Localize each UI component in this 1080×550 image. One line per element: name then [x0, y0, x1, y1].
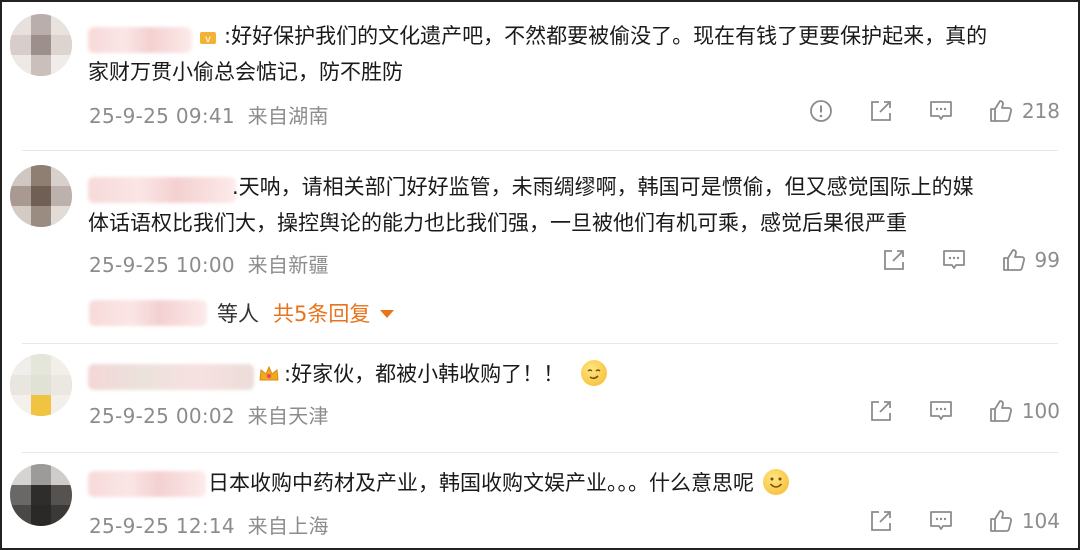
share-button[interactable] — [868, 98, 894, 124]
comment-location: 来自湖南 — [247, 104, 329, 128]
divider — [22, 343, 1058, 344]
username-blurred[interactable] — [88, 364, 254, 390]
share-button[interactable] — [868, 398, 894, 424]
comment-button[interactable] — [928, 98, 954, 124]
reply-usernames-blurred[interactable] — [89, 300, 207, 326]
like-count: 218 — [1021, 99, 1060, 123]
comment-text-line2: 家财万贯小偷总会惦记，防不胜防 — [88, 60, 403, 84]
comment-actions: 100 — [834, 398, 1060, 424]
caret-down-icon — [380, 310, 395, 318]
thumbs-up-icon — [989, 100, 1012, 122]
comment-location: 来自上海 — [247, 514, 329, 538]
comment-list: v :好好保护我们的文化遗产吧，不然都要被偷没了。现在有钱了更要保护起来，真的 … — [0, 0, 1080, 550]
like-button[interactable]: 100 — [988, 398, 1060, 424]
comment-text-content: 日本收购中药材及产业，韩国收购文娱产业。。。什么意思呢 — [208, 471, 754, 495]
comment-button[interactable] — [928, 508, 954, 534]
share-icon — [870, 101, 891, 121]
replies-suffix: 等人 — [217, 302, 259, 326]
svg-text:v: v — [205, 34, 211, 45]
thumbs-up-icon — [1002, 249, 1025, 271]
view-replies-button[interactable]: 共5条回复 — [273, 298, 395, 328]
share-icon — [870, 401, 891, 421]
comment-icon — [942, 250, 965, 269]
replies-count: 共5条回复 — [273, 302, 371, 326]
comment-text: .天呐，请相关部门好好监管，未雨绸缪啊，韩国可是惯偷，但又感觉国际上的媒 — [232, 175, 974, 199]
like-count: 100 — [1021, 399, 1060, 423]
username-blurred[interactable] — [88, 27, 192, 53]
share-button[interactable] — [868, 508, 894, 534]
like-button[interactable]: 218 — [988, 98, 1060, 124]
avatar[interactable] — [10, 14, 72, 76]
comment-time: 25-9-25 00:02 — [89, 404, 235, 428]
username-blurred[interactable] — [88, 177, 236, 203]
comment-actions: 218 — [774, 98, 1060, 124]
comment-meta: 25-9-25 12:14 来自上海 — [89, 510, 329, 539]
comment-button[interactable] — [928, 398, 954, 424]
comment-meta: 25-9-25 00:02 来自天津 — [89, 400, 329, 429]
avatar[interactable] — [10, 354, 72, 416]
replies-summary: 等人 共5条回复 — [89, 298, 395, 328]
comment-meta: 25-9-25 09:41 来自湖南 — [89, 100, 329, 129]
avatar[interactable] — [10, 165, 72, 227]
divider — [22, 150, 1058, 151]
comment-meta: 25-9-25 10:00 来自新疆 — [89, 249, 329, 278]
comment-button[interactable] — [941, 247, 967, 273]
comment-icon — [929, 401, 952, 420]
share-button[interactable] — [881, 247, 907, 273]
like-count: 99 — [1034, 248, 1060, 272]
thumbs-up-icon — [989, 510, 1012, 532]
like-button[interactable]: 99 — [1001, 247, 1060, 273]
comment-time: 25-9-25 12:14 — [89, 514, 235, 538]
divider — [22, 452, 1058, 453]
like-count: 104 — [1021, 509, 1060, 533]
share-icon — [870, 511, 891, 531]
comment-text-content: :好家伙，都被小韩收购了！！ — [284, 362, 565, 386]
comment-time: 25-9-25 10:00 — [89, 253, 235, 277]
avatar[interactable] — [10, 464, 72, 526]
crown-badge-icon — [258, 364, 280, 384]
smile-emoji-icon — [762, 469, 789, 495]
comment-actions: 104 — [834, 508, 1060, 534]
comment-location: 来自新疆 — [247, 253, 329, 277]
comment-time: 25-9-25 09:41 — [89, 104, 235, 128]
comment-text: :好家伙，都被小韩收购了！！ — [284, 356, 607, 392]
comment-location: 来自天津 — [247, 404, 329, 428]
comment-text: :好好保护我们的文化遗产吧，不然都要被偷没了。现在有钱了更要保护起来，真的 — [224, 24, 988, 48]
thumbs-up-icon — [989, 400, 1012, 422]
comment-text: 日本收购中药材及产业，韩国收购文娱产业。。。什么意思呢 — [208, 465, 789, 501]
comment-text-line2: 体话语权比我们大，操控舆论的能力也比我们强，一旦被他们有机可乘，感觉后果很严重 — [88, 211, 907, 235]
comment-icon — [929, 101, 952, 120]
share-icon — [883, 250, 904, 270]
smile-emoji-icon — [580, 360, 607, 386]
member-badge-icon: v — [198, 28, 220, 48]
like-button[interactable]: 104 — [988, 508, 1060, 534]
report-button[interactable] — [808, 98, 834, 124]
comment-icon — [929, 511, 952, 530]
username-blurred[interactable] — [88, 471, 206, 497]
report-icon — [809, 100, 832, 122]
comment-actions: 99 — [847, 247, 1060, 273]
